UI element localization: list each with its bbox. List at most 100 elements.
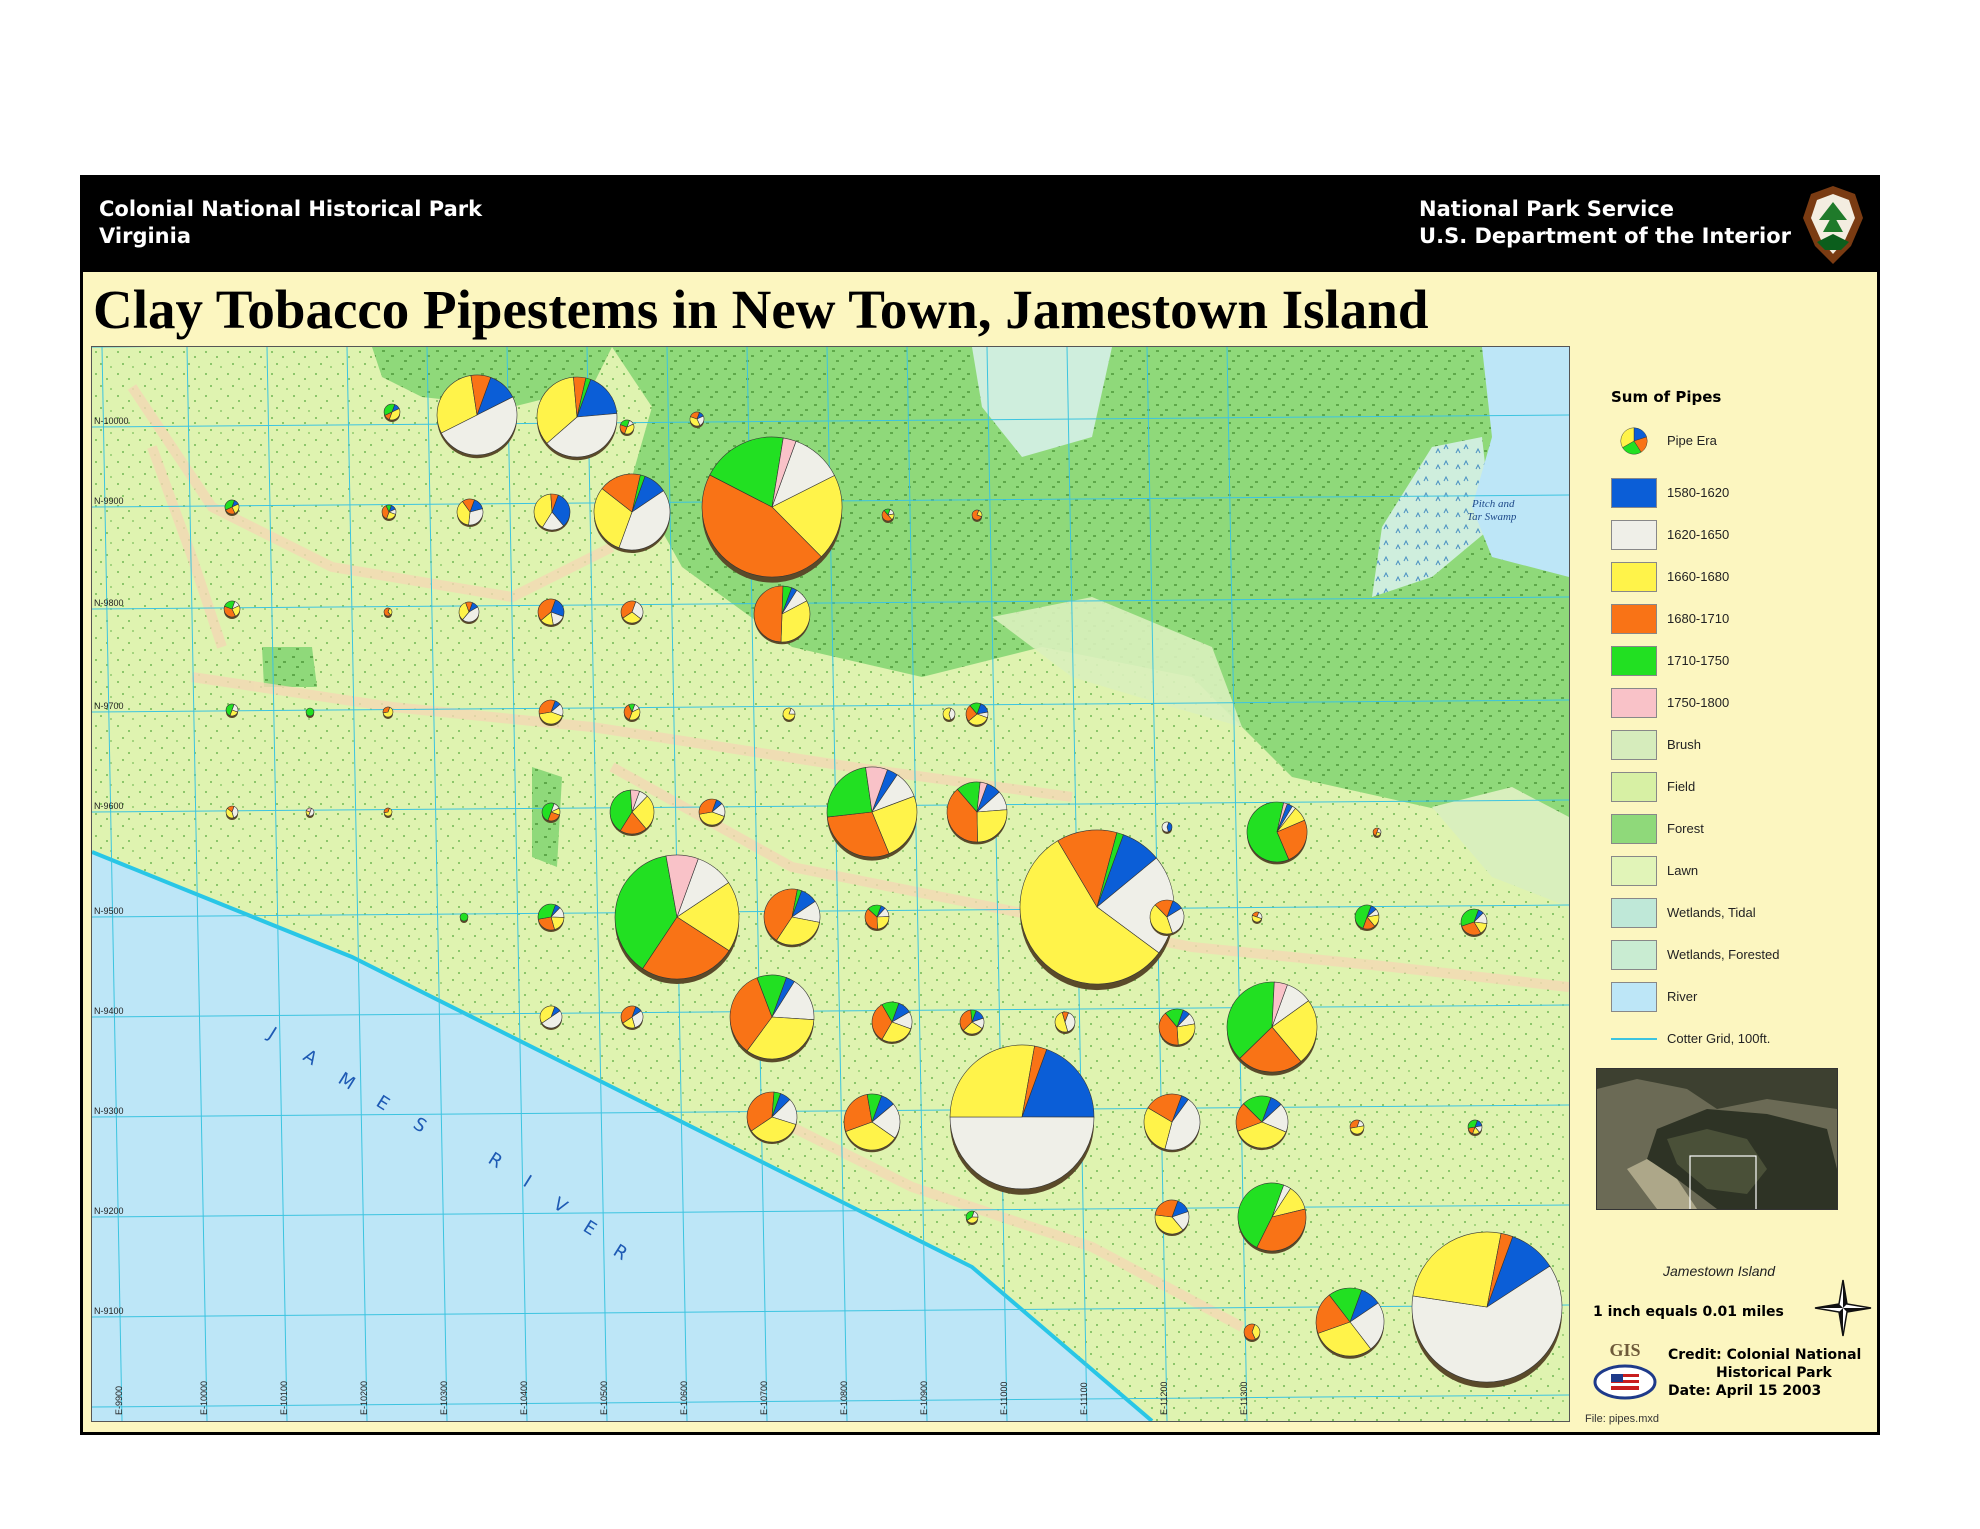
pipe-pie[interactable]: [383, 607, 393, 618]
northing-label: N-9500: [94, 906, 124, 916]
legend-swatch: [1611, 562, 1657, 592]
pipe-pie[interactable]: [609, 789, 655, 836]
pipe-pie[interactable]: [383, 403, 401, 422]
pipe-pie[interactable]: [1235, 1095, 1289, 1151]
pipe-pie[interactable]: [1243, 1323, 1261, 1342]
pipe-pie[interactable]: [753, 585, 811, 645]
pipe-pie[interactable]: [1019, 829, 1175, 991]
map-area[interactable]: N-10000 N-9900 N-9800 N-9700 N-9600 N-9500 N-9…: [91, 346, 1570, 1422]
legend: Sum of Pipes Pipe Era 1580-1620 1620-1650…: [1583, 388, 1873, 1046]
pipe-pie[interactable]: [459, 912, 469, 923]
pipe-pie[interactable]: [619, 419, 635, 436]
easting-label: E-11100: [1079, 1382, 1089, 1415]
park-name: Colonial National Historical Park: [99, 197, 483, 221]
pipe-pie[interactable]: [436, 374, 518, 459]
easting-label: E-11300: [1239, 1382, 1249, 1415]
legend-swatch: [1611, 814, 1657, 844]
pipe-pie[interactable]: [538, 699, 564, 726]
pipe-pie[interactable]: [729, 974, 815, 1063]
pipe-pie[interactable]: [1226, 981, 1318, 1076]
pipe-pie[interactable]: [456, 498, 484, 527]
pipe-pie[interactable]: [959, 1009, 985, 1036]
pipe-pie[interactable]: [225, 703, 239, 718]
pipe-pie[interactable]: [305, 707, 315, 718]
easting-label: E-9900: [114, 1386, 124, 1415]
pipe-pie[interactable]: [1467, 1119, 1483, 1136]
easting-label: E-11200: [1159, 1382, 1169, 1415]
legend-swatch: [1611, 646, 1657, 676]
pipe-pie[interactable]: [1161, 821, 1173, 834]
pipe-pie[interactable]: [458, 601, 480, 624]
pipe-pie[interactable]: [1460, 908, 1488, 937]
legend-label: River: [1667, 989, 1698, 1004]
pie-slice: [305, 707, 315, 717]
map-frame: Colonial National Historical Park Virgin…: [80, 175, 1880, 1435]
pipe-pie[interactable]: [826, 766, 918, 861]
park-name-block: Colonial National Historical Park Virgin…: [99, 196, 482, 250]
pipe-pie[interactable]: [381, 504, 397, 521]
pipe-pie[interactable]: [1154, 1199, 1190, 1236]
legend-label: Wetlands, Forested: [1667, 947, 1780, 962]
north-arrow-icon: [1814, 1279, 1872, 1337]
easting-labels: E-9900 E-10000 E-10100 E-10200 E-10300 E-1040…: [114, 1381, 1249, 1415]
pipe-pie[interactable]: [1315, 1287, 1385, 1359]
pipe-pie[interactable]: [541, 802, 561, 823]
pipe-pie[interactable]: [224, 499, 240, 516]
pipe-pie[interactable]: [1411, 1231, 1563, 1388]
pipe-pie[interactable]: [864, 904, 890, 931]
pipe-pie[interactable]: [946, 781, 1008, 845]
pipe-pie[interactable]: [782, 707, 796, 722]
pipe-pie[interactable]: [537, 598, 565, 627]
scale-text: 1 inch equals 0.01 miles: [1593, 1304, 1784, 1320]
agency-name: National Park Service: [1419, 197, 1675, 221]
pipe-pie[interactable]: [1349, 1119, 1365, 1136]
pipe-pie[interactable]: [1354, 904, 1380, 931]
pipe-pie[interactable]: [620, 600, 644, 625]
pipe-pie[interactable]: [539, 1005, 563, 1030]
pipe-pie[interactable]: [593, 473, 671, 554]
pipe-pie[interactable]: [881, 508, 895, 523]
legend-swatch: [1611, 604, 1657, 634]
credit-block: Credit: Colonial National Historical Par…: [1668, 1346, 1861, 1400]
legend-label: 1680-1710: [1667, 611, 1730, 626]
pipe-pie[interactable]: [383, 807, 393, 818]
pipe-pie[interactable]: [614, 854, 740, 984]
pipe-pie[interactable]: [1149, 899, 1185, 936]
pipe-pie[interactable]: [843, 1093, 901, 1153]
pipe-pie[interactable]: [871, 1001, 913, 1044]
pipe-pie[interactable]: [698, 798, 726, 827]
pipe-pie[interactable]: [1251, 911, 1263, 924]
pipe-pie[interactable]: [1372, 827, 1382, 838]
pipe-pie[interactable]: [942, 707, 956, 722]
pipe-pie[interactable]: [763, 888, 821, 948]
legend-label: Brush: [1667, 737, 1701, 752]
map-canvas[interactable]: N-10000 N-9900 N-9800 N-9700 N-9600 N-9500 N-9…: [92, 347, 1569, 1421]
easting-label: E-10900: [919, 1381, 929, 1415]
pipe-pie[interactable]: [623, 703, 641, 722]
pipe-pie[interactable]: [620, 1005, 644, 1030]
northing-label: N-9900: [94, 496, 124, 506]
credit-line2: Historical Park: [1716, 1365, 1832, 1381]
pipe-pie[interactable]: [971, 509, 983, 522]
pipe-pie[interactable]: [1246, 801, 1308, 865]
pipe-pie[interactable]: [537, 903, 565, 932]
legend-swatch: [1611, 982, 1657, 1012]
pipe-pie[interactable]: [533, 493, 571, 532]
pipe-pie[interactable]: [1054, 1011, 1076, 1034]
easting-label: E-10000: [199, 1381, 209, 1415]
pipe-pie[interactable]: [746, 1091, 798, 1144]
legend-swatch: [1611, 856, 1657, 886]
pipe-pie[interactable]: [1237, 1182, 1307, 1254]
pipe-pie[interactable]: [536, 376, 618, 461]
pipe-pie[interactable]: [965, 702, 989, 727]
pipe-pie[interactable]: [949, 1044, 1095, 1195]
pipe-pie[interactable]: [701, 436, 843, 583]
pipe-pie[interactable]: [305, 807, 315, 818]
pipe-pie[interactable]: [689, 411, 705, 428]
pipe-pie[interactable]: [965, 1210, 979, 1225]
pipe-pie[interactable]: [1158, 1008, 1196, 1047]
pipe-pie[interactable]: [225, 805, 239, 820]
pipe-pie[interactable]: [223, 600, 241, 619]
pipe-pie[interactable]: [382, 706, 394, 719]
pipe-pie[interactable]: [1143, 1093, 1201, 1153]
